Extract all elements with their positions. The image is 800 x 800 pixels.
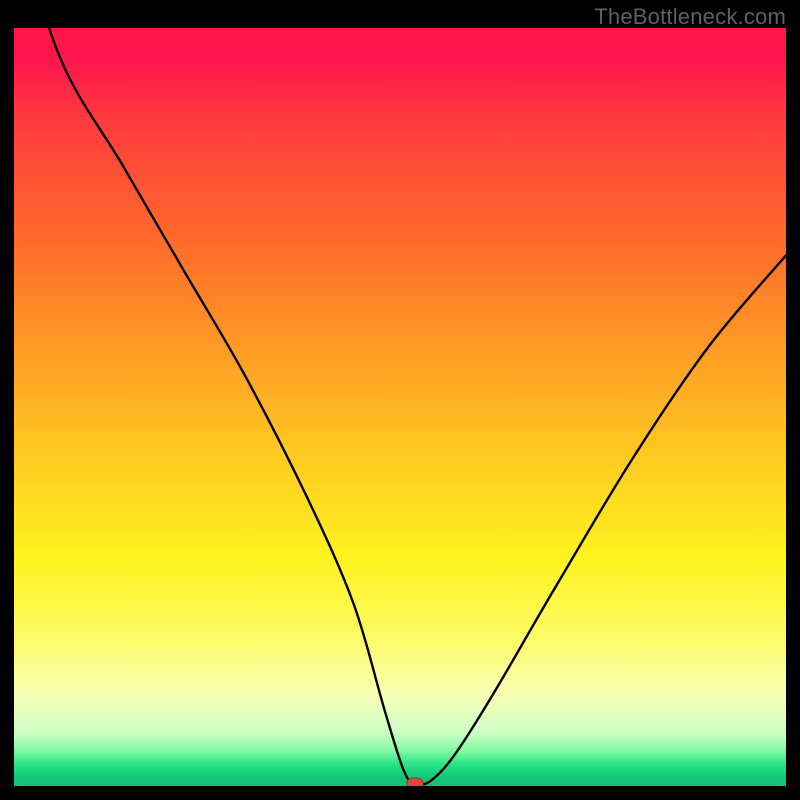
chart-frame: TheBottleneck.com xyxy=(0,0,800,800)
bottleneck-curve xyxy=(14,28,786,786)
watermark-text: TheBottleneck.com xyxy=(594,4,786,30)
plot-area xyxy=(14,28,786,786)
minimum-marker xyxy=(407,777,424,786)
